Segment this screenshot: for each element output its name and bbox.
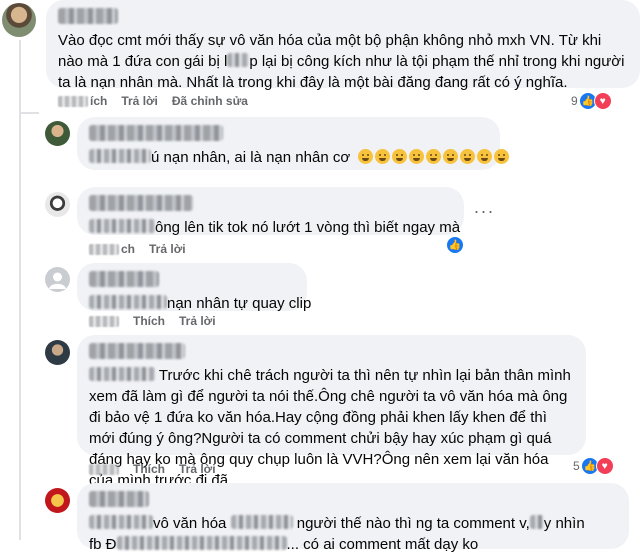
- reaction-count[interactable]: 👍: [445, 235, 466, 255]
- reaction-count[interactable]: 9 👍 ♥: [567, 91, 614, 111]
- edited-label: Đã chỉnh sửa: [171, 94, 248, 108]
- like-icon: 👍: [446, 236, 464, 254]
- thread-line: [19, 40, 21, 540]
- default-avatar-icon: [49, 272, 66, 289]
- comment-bubble: Vào đọc cmt mới thấy sự vô văn hóa của m…: [46, 0, 640, 91]
- comment-text: nạn nhân tự quay clip: [89, 293, 311, 314]
- like-button[interactable]: Thích: [133, 314, 165, 328]
- avatar[interactable]: [45, 488, 70, 513]
- comment-text: ú nạn nhân, ai là nạn nhân cơ: [89, 147, 510, 168]
- avatar[interactable]: [45, 267, 70, 292]
- comment-bubble: Trước khi chê trách người ta thì nên tự …: [77, 335, 586, 489]
- timestamp[interactable]: [89, 243, 119, 255]
- reply-button[interactable]: Trả lời: [179, 314, 216, 328]
- like-button[interactable]: ích: [90, 94, 107, 108]
- blurred-text: [89, 295, 167, 309]
- blurred-text: [227, 53, 250, 67]
- reaction-number: 5: [573, 459, 580, 473]
- timestamp[interactable]: [58, 95, 88, 107]
- reaction-count[interactable]: 5 👍 ♥: [569, 456, 616, 476]
- blurred-text: [230, 515, 293, 529]
- commenter-name[interactable]: [89, 125, 223, 141]
- comment-bubble: nạn nhân tự quay clip: [77, 263, 311, 314]
- blurred-text: [116, 536, 287, 550]
- comment-bubble: ông lên tik tok nó lướt 1 vòng thì biết …: [77, 187, 464, 238]
- commenter-name[interactable]: [89, 491, 149, 507]
- reply-button[interactable]: Trả lời: [121, 94, 158, 108]
- like-button[interactable]: Thích: [133, 462, 165, 476]
- blurred-text: [89, 367, 155, 381]
- comment-bubble: vô văn hóa người thế nào thì ng ta comme…: [77, 483, 629, 553]
- timestamp[interactable]: [89, 315, 119, 327]
- timestamp[interactable]: [89, 463, 119, 475]
- laugh-emoji-row: [358, 149, 511, 166]
- comment-actions: ích Trả lời Đã chỉnh sửa: [58, 93, 248, 109]
- avatar[interactable]: [45, 121, 70, 146]
- thread-line: [19, 112, 39, 114]
- more-options-icon[interactable]: ···: [469, 196, 499, 226]
- comment-text: ông lên tik tok nó lướt 1 vòng thì biết …: [89, 217, 460, 238]
- reply-button[interactable]: Trả lời: [149, 242, 186, 256]
- blurred-text: [529, 515, 544, 529]
- comment-text: Vào đọc cmt mới thấy sự vô văn hóa của m…: [58, 32, 625, 91]
- reply-button[interactable]: Trả lời: [179, 462, 216, 476]
- comment-actions: ch Trả lời: [89, 241, 186, 257]
- commenter-name[interactable]: [89, 271, 159, 287]
- like-button[interactable]: ch: [121, 242, 135, 256]
- commenter-name[interactable]: [89, 195, 193, 211]
- avatar[interactable]: [2, 3, 36, 37]
- comment-bubble: ú nạn nhân, ai là nạn nhân cơ: [77, 117, 510, 170]
- blurred-text: [89, 515, 153, 529]
- commenter-name[interactable]: [89, 343, 185, 359]
- avatar[interactable]: [45, 340, 70, 365]
- reaction-number: 9: [571, 94, 578, 108]
- blurred-text: [89, 219, 155, 233]
- comment-actions: Thích Trả lời: [89, 313, 216, 329]
- comment-actions: Thích Trả lời: [89, 461, 216, 477]
- comment-text: vô văn hóa người thế nào thì ng ta comme…: [89, 513, 617, 534]
- love-icon: ♥: [595, 457, 614, 475]
- commenter-name[interactable]: [58, 8, 118, 24]
- avatar[interactable]: [45, 192, 70, 217]
- love-icon: ♥: [593, 92, 612, 110]
- blurred-text: [89, 149, 151, 163]
